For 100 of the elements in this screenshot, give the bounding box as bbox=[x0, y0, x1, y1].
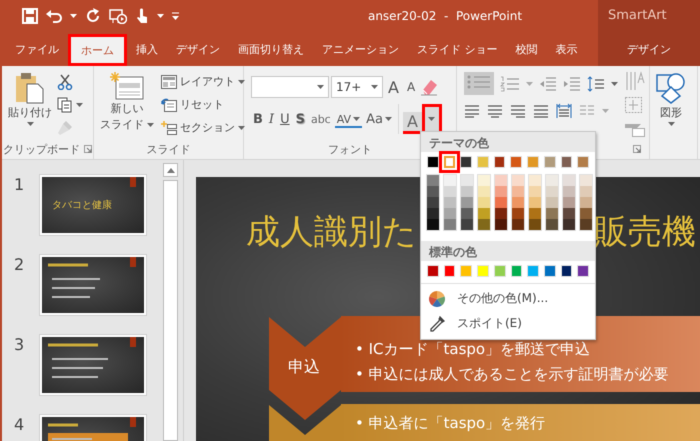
color-swatch[interactable] bbox=[563, 219, 575, 230]
save-icon[interactable] bbox=[22, 8, 38, 24]
format-button[interactable]: AV bbox=[334, 110, 362, 128]
color-swatch[interactable] bbox=[478, 219, 490, 230]
color-swatch[interactable] bbox=[461, 219, 473, 230]
caret-icon[interactable] bbox=[76, 102, 83, 106]
color-swatch[interactable] bbox=[495, 197, 507, 208]
color-swatch[interactable] bbox=[461, 186, 473, 197]
caret-icon[interactable] bbox=[611, 82, 618, 86]
outdent-icon[interactable] bbox=[539, 76, 557, 92]
color-swatch[interactable] bbox=[444, 219, 456, 230]
color-swatch[interactable] bbox=[427, 186, 439, 197]
color-swatch[interactable] bbox=[438, 151, 460, 173]
color-swatch[interactable] bbox=[495, 175, 507, 186]
new-slide-button[interactable]: 新しい スライド bbox=[98, 70, 156, 139]
dialog-launcher-icon[interactable] bbox=[84, 145, 92, 153]
caret-icon[interactable] bbox=[70, 14, 77, 18]
copy-icon[interactable] bbox=[57, 96, 73, 112]
color-swatch[interactable] bbox=[563, 197, 575, 208]
color-swatch[interactable] bbox=[580, 186, 592, 197]
color-swatch[interactable] bbox=[563, 175, 575, 186]
font-name-field[interactable] bbox=[251, 76, 329, 98]
color-swatch[interactable] bbox=[444, 197, 456, 208]
color-swatch[interactable] bbox=[546, 175, 558, 186]
scroll-up-button[interactable] bbox=[163, 163, 178, 177]
dialog-launcher-icon[interactable] bbox=[633, 145, 641, 153]
color-swatch[interactable] bbox=[512, 186, 524, 197]
customize-icon[interactable] bbox=[172, 12, 179, 20]
ribbon-tab[interactable]: デザイン bbox=[167, 32, 229, 66]
grow-font-button[interactable]: A bbox=[385, 78, 402, 96]
distributed-icon[interactable] bbox=[556, 103, 572, 119]
color-swatch[interactable] bbox=[478, 197, 490, 208]
slide-thumbnail[interactable] bbox=[40, 335, 146, 395]
color-swatch[interactable] bbox=[512, 197, 524, 208]
color-swatch[interactable] bbox=[529, 197, 541, 208]
color-swatch[interactable] bbox=[444, 208, 456, 219]
color-swatch[interactable] bbox=[546, 208, 558, 219]
color-swatch[interactable] bbox=[461, 175, 473, 186]
shapes-button[interactable]: 図形 bbox=[654, 70, 688, 159]
color-swatch[interactable] bbox=[580, 175, 592, 186]
shrink-font-button[interactable]: A bbox=[404, 80, 418, 94]
color-swatch[interactable] bbox=[580, 219, 592, 230]
color-swatch[interactable] bbox=[478, 186, 490, 197]
ribbon-tab[interactable]: 表示 bbox=[546, 32, 586, 66]
eraser-icon[interactable] bbox=[420, 78, 438, 96]
color-swatch[interactable] bbox=[478, 208, 490, 219]
font-size-field[interactable]: 17+ bbox=[331, 76, 383, 98]
ribbon-tab[interactable]: 画面切り替え bbox=[229, 32, 313, 66]
color-swatch[interactable] bbox=[427, 208, 439, 219]
font-color-button[interactable]: A bbox=[402, 112, 422, 134]
hand-icon[interactable] bbox=[135, 8, 149, 24]
ribbon-tab[interactable]: デザイン bbox=[598, 32, 700, 66]
color-swatch[interactable] bbox=[546, 197, 558, 208]
slide-thumbnail[interactable] bbox=[40, 255, 146, 315]
color-swatch[interactable] bbox=[529, 219, 541, 230]
screen-play-icon[interactable] bbox=[109, 8, 127, 24]
caret-icon[interactable] bbox=[317, 85, 324, 89]
color-swatch[interactable] bbox=[546, 186, 558, 197]
caret-icon[interactable] bbox=[371, 85, 378, 89]
align-left-icon[interactable] bbox=[464, 104, 480, 118]
color-swatch[interactable] bbox=[427, 219, 439, 230]
justify-icon[interactable] bbox=[533, 104, 549, 118]
color-swatch[interactable] bbox=[580, 197, 592, 208]
color-swatch[interactable] bbox=[529, 208, 541, 219]
reset-button[interactable]: リセット bbox=[159, 96, 247, 113]
format-button[interactable]: B bbox=[251, 110, 265, 128]
format-button[interactable]: S bbox=[294, 110, 307, 128]
text-direction-icon[interactable] bbox=[624, 70, 646, 91]
scissors-icon[interactable] bbox=[57, 74, 73, 90]
color-swatch[interactable] bbox=[546, 219, 558, 230]
format-button[interactable]: abc bbox=[308, 110, 333, 128]
color-swatch[interactable] bbox=[580, 208, 592, 219]
align-center-icon[interactable] bbox=[487, 104, 503, 118]
ribbon-tab[interactable]: スライド ショー bbox=[408, 32, 506, 66]
scrollbar-track[interactable] bbox=[163, 180, 178, 441]
layout-button[interactable]: レイアウト bbox=[159, 73, 247, 90]
color-swatch[interactable] bbox=[512, 208, 524, 219]
bullets-button[interactable] bbox=[464, 72, 494, 95]
color-swatch[interactable] bbox=[478, 175, 490, 186]
line-spacing-icon[interactable] bbox=[587, 76, 605, 92]
ribbon-tab[interactable]: 校閲 bbox=[506, 32, 546, 66]
paste-button[interactable]: 貼り付け bbox=[6, 70, 54, 139]
format-button[interactable]: Aa bbox=[364, 110, 394, 128]
format-button[interactable]: I bbox=[266, 110, 276, 128]
brush-icon[interactable] bbox=[57, 120, 73, 136]
color-swatch[interactable] bbox=[529, 175, 541, 186]
color-swatch[interactable] bbox=[427, 175, 439, 186]
color-swatch[interactable] bbox=[427, 197, 439, 208]
menu-item[interactable]: その他の色(M)... bbox=[421, 286, 595, 311]
ribbon-tab[interactable]: ホーム bbox=[68, 34, 127, 66]
undo-icon[interactable] bbox=[46, 8, 62, 24]
color-swatch[interactable] bbox=[461, 208, 473, 219]
slide-thumbnail[interactable]: タバコと健康 bbox=[40, 175, 146, 235]
color-swatch[interactable] bbox=[444, 186, 456, 197]
repeat-icon[interactable] bbox=[85, 8, 101, 24]
menu-item[interactable]: スポイト(E) bbox=[421, 311, 595, 336]
color-swatch[interactable] bbox=[529, 186, 541, 197]
caret-icon[interactable] bbox=[157, 14, 164, 18]
ribbon-tab[interactable]: 挿入 bbox=[127, 32, 167, 66]
ribbon-tab[interactable]: アニメーション bbox=[313, 32, 408, 66]
